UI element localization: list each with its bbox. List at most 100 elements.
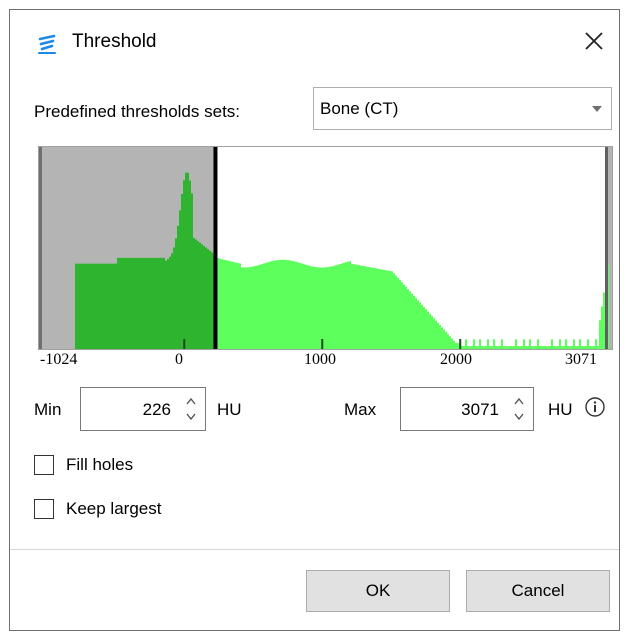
histogram-bar — [345, 262, 347, 349]
histogram-bar — [453, 340, 455, 349]
min-unit: HU — [217, 400, 242, 419]
max-threshold-marker — [605, 147, 608, 349]
histogram-bar — [373, 267, 375, 349]
histogram-bar — [327, 267, 329, 349]
keep-largest-checkbox[interactable]: Keep largest — [34, 497, 161, 521]
histogram-bar — [419, 302, 421, 349]
preset-dropdown[interactable]: Bone (CT) — [313, 87, 612, 130]
histogram-bar — [439, 325, 441, 349]
histogram-bar — [413, 295, 415, 349]
max-spinbox[interactable]: 3071 — [400, 387, 534, 431]
histogram-bar — [157, 257, 159, 349]
histogram-bar — [367, 266, 369, 349]
histogram-bar — [353, 264, 355, 349]
histogram-bar — [91, 263, 93, 349]
histogram-bar — [451, 338, 453, 349]
histogram-bar — [385, 270, 387, 349]
min-spinbox[interactable]: 226 — [80, 387, 206, 431]
histogram-bar — [475, 346, 477, 349]
histogram-bar — [507, 346, 509, 349]
histogram-bar — [251, 266, 253, 349]
histogram-bar — [415, 298, 417, 349]
histogram-tick-mark — [459, 339, 462, 349]
histogram-bar — [171, 253, 173, 349]
histogram-plot — [39, 147, 612, 349]
histogram-bar — [589, 346, 591, 349]
histogram-bar — [299, 262, 301, 349]
histogram-bar — [133, 257, 135, 349]
keep-largest-box[interactable] — [34, 499, 54, 519]
histogram-bar — [355, 264, 357, 349]
histogram-bar — [595, 339, 597, 349]
histogram-bar — [515, 339, 517, 349]
histogram-bar — [557, 346, 559, 349]
histogram-bar — [265, 262, 267, 349]
histogram-bar — [395, 275, 397, 349]
histogram-bar — [313, 266, 315, 349]
histogram-bar — [93, 263, 95, 349]
min-spin-arrows[interactable] — [183, 393, 199, 425]
histogram-bar — [193, 237, 195, 349]
histogram-bar — [431, 316, 433, 349]
fill-holes-box[interactable] — [34, 455, 54, 475]
ok-button[interactable]: OK — [306, 570, 450, 612]
keep-largest-label: Keep largest — [66, 499, 162, 518]
histogram[interactable] — [38, 146, 613, 350]
histogram-bar — [407, 289, 409, 349]
histogram-bar — [179, 210, 181, 349]
histogram-bar — [495, 346, 497, 349]
histogram-bar — [349, 261, 351, 349]
histogram-bar — [521, 346, 523, 349]
histogram-bar — [89, 263, 91, 349]
histogram-bar — [333, 265, 335, 349]
histogram-bar — [575, 346, 577, 349]
tick-label-min: -1024 — [40, 351, 78, 368]
close-button[interactable] — [577, 24, 611, 58]
histogram-bar — [169, 256, 171, 349]
histogram-bar — [447, 334, 449, 349]
histogram-bar — [527, 346, 529, 349]
histogram-bar — [147, 257, 149, 349]
histogram-bar — [437, 322, 439, 349]
histogram-bar — [545, 346, 547, 349]
histogram-bar — [341, 263, 343, 349]
histogram-bar — [219, 258, 221, 349]
info-icon[interactable] — [584, 396, 606, 418]
histogram-bar — [195, 239, 197, 349]
histogram-bar — [161, 257, 163, 349]
histogram-bar — [573, 339, 575, 349]
histogram-bar — [531, 346, 533, 349]
histogram-bar — [325, 267, 327, 349]
tick-label-1000: 1000 — [304, 351, 336, 368]
min-label: Min — [34, 400, 62, 419]
histogram-bar — [289, 260, 291, 349]
histogram-bar — [201, 244, 203, 349]
histogram-bar — [255, 265, 257, 349]
histogram-bar — [455, 343, 457, 349]
histogram-bar — [343, 262, 345, 349]
histogram-tick-mark — [321, 339, 324, 349]
histogram-bar — [389, 270, 391, 349]
histogram-bar — [411, 293, 413, 349]
histogram-bar — [311, 266, 313, 349]
histogram-bar — [243, 267, 245, 349]
cancel-button[interactable]: Cancel — [466, 570, 610, 612]
histogram-bar — [293, 261, 295, 349]
histogram-bar — [509, 346, 511, 349]
histogram-bar — [77, 263, 79, 349]
histogram-bar — [231, 261, 233, 349]
histogram-bar — [253, 266, 255, 349]
histogram-bar — [505, 346, 507, 349]
histogram-bar — [297, 262, 299, 349]
histogram-bar — [229, 261, 231, 349]
histogram-bar — [149, 257, 151, 349]
histogram-bar — [533, 346, 535, 349]
histogram-bar — [187, 172, 189, 349]
histogram-bar — [489, 346, 491, 349]
histogram-bar — [429, 313, 431, 349]
histogram-bar — [493, 339, 495, 349]
histogram-bar — [535, 346, 537, 349]
fill-holes-checkbox[interactable]: Fill holes — [34, 453, 133, 477]
max-spin-arrows[interactable] — [511, 393, 527, 425]
histogram-bar — [167, 259, 169, 349]
